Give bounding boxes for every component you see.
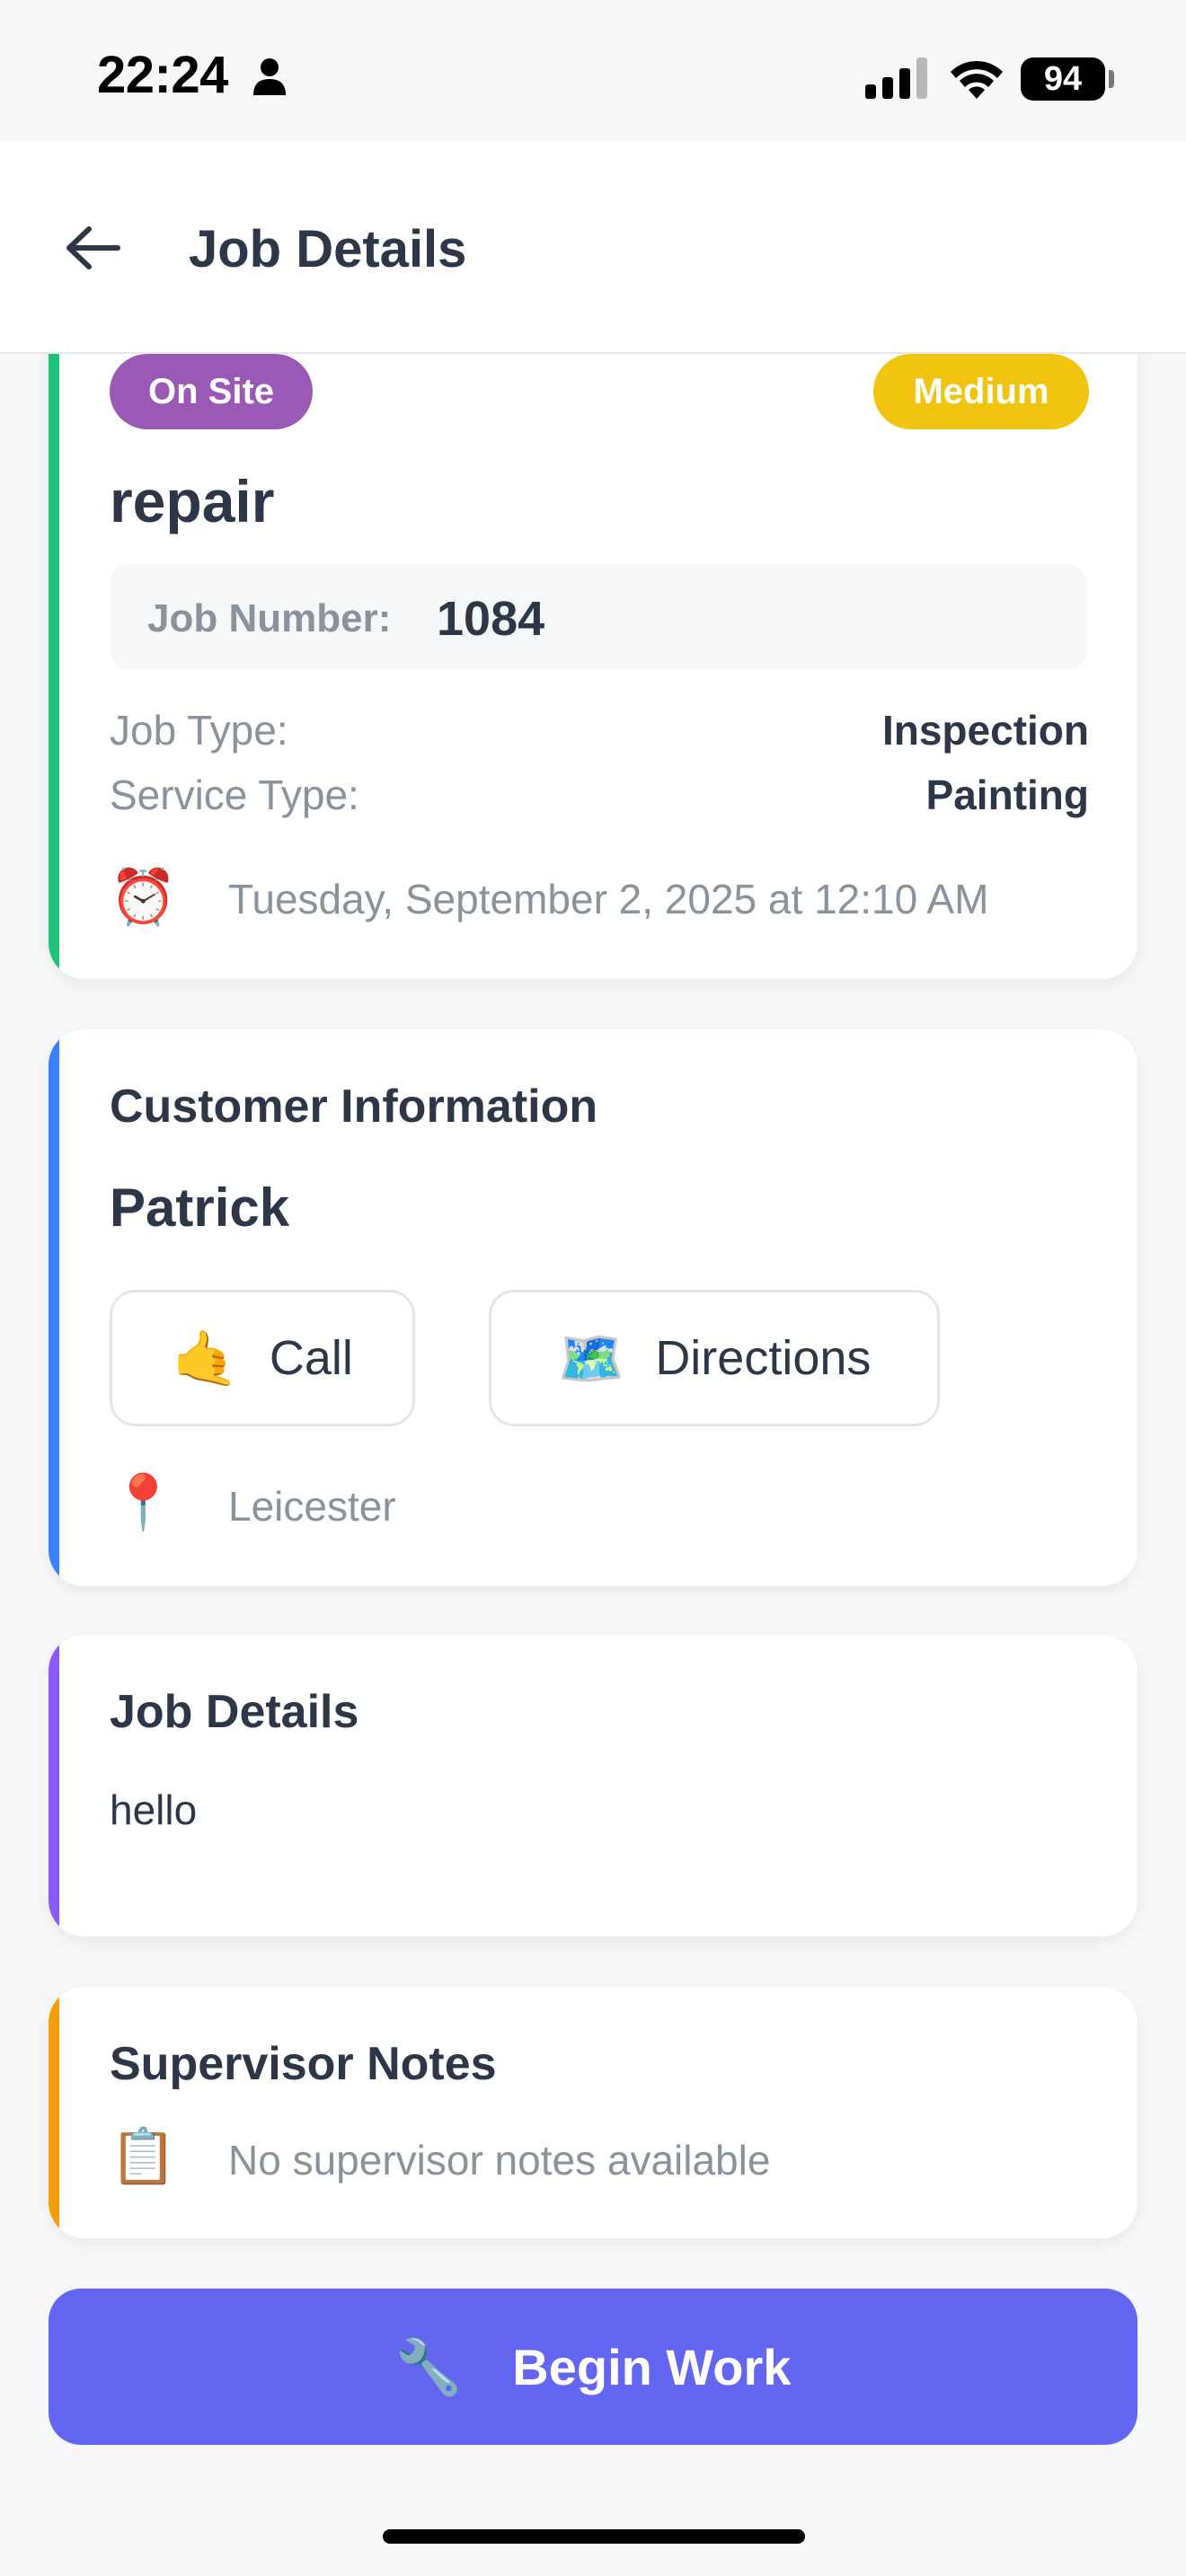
customer-name: Patrick [110,1178,290,1238]
supervisor-notes-title: Supervisor Notes [110,2038,497,2090]
supervisor-notes-text: No supervisor notes available [228,2137,771,2183]
back-button[interactable] [54,212,131,284]
call-button[interactable]: 🤙 Call [110,1290,415,1426]
location-pin-icon: 📍 [110,1472,177,1532]
directions-button[interactable]: 🗺️ Directions [489,1290,940,1426]
customer-info-card: Customer Information Patrick 🤙 Call 🗺️ D… [49,1029,1137,1586]
job-description-card: Job Details hello [49,1635,1137,1936]
cellular-signal-icon [865,57,927,99]
status-bar: 22:24 94 [0,0,1186,142]
call-button-label: Call [269,1331,353,1385]
battery-tip [1109,70,1114,88]
job-number-value: 1084 [437,592,545,646]
person-icon [253,58,286,95]
job-number-label: Job Number: [147,596,392,640]
alarm-clock-icon: ⏰ [110,867,177,927]
world-map-icon: 🗺️ [557,1328,625,1389]
job-description-title: Job Details [110,1686,359,1738]
service-type-value: Painting [925,772,1089,818]
status-badge: On Site [110,354,313,429]
job-number-box: Job Number: 1084 [110,564,1087,670]
clipboard-icon: 📋 [110,2126,177,2186]
job-title: repair [110,468,275,534]
customer-section-title: Customer Information [110,1081,598,1133]
schedule-datetime: Tuesday, September 2, 2025 at 12:10 AM [228,876,989,922]
card-accent-bar [49,287,59,979]
job-summary-card: On Site Medium repair Job Number: 1084 J… [49,287,1137,979]
card-accent-bar [49,1029,59,1586]
app-header: Job Details [0,142,1186,354]
card-accent-bar [49,1987,59,2238]
job-details-screen: 22:24 94 Job Details On Site Medium repa… [0,0,1186,2576]
service-type-label: Service Type: [110,772,359,818]
home-indicator[interactable] [383,2529,805,2544]
job-type-label: Job Type: [110,707,288,754]
status-time: 22:24 [97,46,228,104]
arrow-left-icon [66,226,120,269]
customer-location: Leicester [228,1483,396,1530]
page-title: Job Details [189,220,467,278]
begin-work-button[interactable]: 🔧 Begin Work [49,2289,1137,2445]
call-me-hand-icon: 🤙 [172,1328,239,1389]
card-accent-bar [49,1635,59,1936]
supervisor-notes-card: Supervisor Notes 📋 No supervisor notes a… [49,1987,1137,2238]
begin-work-label: Begin Work [512,2338,792,2395]
job-type-value: Inspection [881,707,1089,754]
directions-button-label: Directions [655,1331,872,1385]
battery-indicator: 94 [1021,57,1105,101]
priority-badge: Medium [873,354,1089,429]
job-description-text: hello [110,1786,198,1833]
wrench-icon: 🔧 [394,2336,463,2397]
wifi-icon [951,60,1003,99]
